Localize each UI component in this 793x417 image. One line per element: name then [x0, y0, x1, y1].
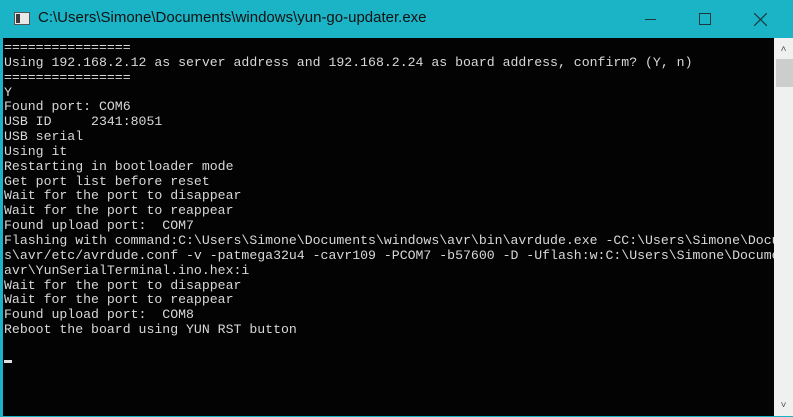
console-line: Reboot the board using YUN RST button [4, 322, 297, 338]
console-line: Get port list before reset [4, 173, 210, 189]
scroll-down-button[interactable]: ˅ [774, 396, 793, 414]
console-line: avr\YunSerialTerminal.ino.hex:i [4, 262, 250, 278]
console-line: ================ [4, 40, 131, 55]
console-line: USB serial [4, 129, 84, 145]
close-icon [753, 12, 767, 26]
console-line: Using 192.168.2.12 as server address and… [4, 54, 693, 70]
console-line: Wait for the port to reappear [4, 292, 234, 308]
console-line: Found upload port: COM7 [4, 218, 194, 234]
console-output[interactable]: ================ Using 192.168.2.12 as se… [3, 38, 774, 416]
console-line: Using it [4, 143, 68, 159]
chevron-down-icon: ˅ [780, 399, 787, 411]
console-line: Found port: COM6 [4, 99, 131, 115]
console-line: Wait for the port to reappear [4, 203, 234, 219]
minimize-icon [644, 18, 656, 20]
console-line: USB ID 2341:8051 [4, 114, 163, 130]
console-line: Found upload port: COM8 [4, 307, 194, 323]
minimize-button[interactable] [627, 0, 673, 38]
text-cursor [4, 359, 12, 363]
scrollbar-thumb[interactable] [776, 59, 793, 87]
maximize-button[interactable] [682, 0, 728, 38]
chevron-up-icon: ˄ [780, 43, 787, 55]
cursor-line [4, 353, 774, 368]
close-button[interactable] [737, 0, 783, 38]
title-bar[interactable]: C:\Users\Simone\Documents\windows\yun-go… [0, 0, 793, 38]
console-line: Y [4, 84, 12, 100]
console-app-icon[interactable] [14, 12, 30, 25]
console-line: Wait for the port to disappear [4, 188, 242, 204]
scroll-up-button[interactable]: ˄ [774, 40, 793, 58]
console-text: ================ Using 192.168.2.12 as se… [4, 40, 774, 368]
console-line: Wait for the port to disappear [4, 277, 242, 293]
console-line: Restarting in bootloader mode [4, 158, 234, 174]
console-line: Flashing with command:C:\Users\Simone\Do… [4, 232, 774, 248]
console-line: s\avr/etc/avrdude.conf -v -patmega32u4 -… [4, 247, 774, 263]
console-line: ================ [4, 69, 131, 85]
maximize-icon [699, 13, 711, 25]
vertical-scrollbar[interactable]: ˄ ˅ [774, 38, 793, 416]
window-title: C:\Users\Simone\Documents\windows\yun-go… [38, 9, 427, 26]
